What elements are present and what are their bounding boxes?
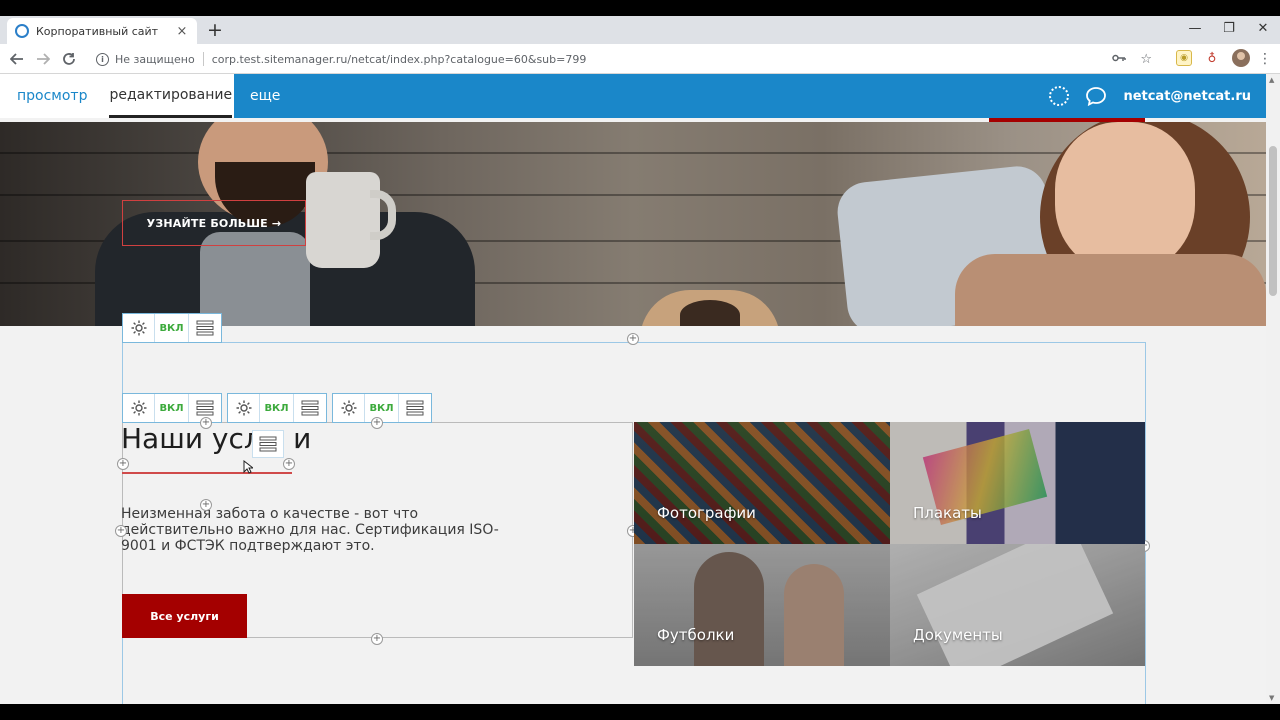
- add-block-plus-icon[interactable]: +: [117, 458, 129, 470]
- more-menu[interactable]: еще: [250, 74, 280, 118]
- settings-gear-icon[interactable]: [228, 394, 260, 422]
- back-arrow-icon[interactable]: [7, 49, 27, 69]
- hero-photo-shirt: [200, 232, 310, 326]
- tab-close-icon[interactable]: ×: [175, 24, 189, 39]
- browser-menu-icon[interactable]: ⋮: [1258, 49, 1272, 69]
- page-scrollbar[interactable]: ▲ ▼: [1266, 74, 1280, 704]
- admin-bar-actions: netcat@netcat.ru: [1049, 74, 1251, 118]
- mode-view-tab[interactable]: просмотр: [17, 74, 87, 118]
- drag-handle-icon[interactable]: [399, 394, 431, 422]
- minimize-button[interactable]: —: [1178, 16, 1212, 40]
- reload-icon[interactable]: [59, 49, 79, 69]
- add-block-plus-icon[interactable]: +: [627, 333, 639, 345]
- tab-title: Корпоративный сайт: [36, 24, 159, 38]
- forward-arrow-icon[interactable]: [33, 49, 53, 69]
- browser-window: Корпоративный сайт × + — ❐ ✕ i Не защище…: [0, 16, 1280, 704]
- tile-overlay: [890, 422, 1145, 544]
- netcat-admin-bar: просмотр редактирование еще netcat@netca…: [0, 74, 1266, 118]
- scroll-up-icon[interactable]: ▲: [1269, 76, 1274, 84]
- maximize-button[interactable]: ❐: [1212, 16, 1246, 40]
- enable-toggle[interactable]: ВКЛ: [365, 394, 399, 422]
- close-window-button[interactable]: ✕: [1246, 16, 1280, 40]
- new-tab-button[interactable]: +: [204, 19, 226, 41]
- title-underline: [122, 472, 292, 474]
- omnibox-actions: ☆: [1112, 48, 1152, 70]
- settings-gear-icon[interactable]: [123, 314, 155, 342]
- scrollbar-thumb[interactable]: [1269, 146, 1277, 296]
- current-user[interactable]: netcat@netcat.ru: [1123, 89, 1251, 104]
- add-block-plus-icon[interactable]: +: [371, 633, 383, 645]
- address-bar[interactable]: i Не защищено corp.test.sitemanager.ru/n…: [90, 48, 1160, 70]
- tab-strip: Корпоративный сайт × + — ❐ ✕: [0, 16, 1280, 44]
- add-block-plus-icon[interactable]: +: [283, 458, 295, 470]
- window-controls: — ❐ ✕: [1178, 16, 1280, 40]
- settings-gear-icon[interactable]: [123, 394, 155, 422]
- tile-photos[interactable]: Фотографии: [634, 422, 890, 544]
- info-icon[interactable]: i: [96, 52, 109, 66]
- bookmark-star-icon[interactable]: ☆: [1140, 52, 1152, 67]
- mode-switcher: просмотр редактирование: [0, 74, 234, 118]
- page-viewport: просмотр редактирование еще netcat@netca…: [0, 74, 1266, 704]
- extension-icons: ◉ ♁: [1176, 49, 1250, 67]
- services-tile-grid: Фотографии Плакаты Футболки Документы: [634, 422, 1145, 666]
- learn-more-button[interactable]: УЗНАЙТЕ БОЛЬШЕ →: [122, 200, 306, 246]
- section-control-bar: ВКЛ: [122, 313, 222, 343]
- services-description[interactable]: Неизменная забота о качестве - вот что д…: [121, 506, 531, 554]
- enable-toggle[interactable]: ВКЛ: [155, 394, 189, 422]
- tile-label: Плакаты: [913, 504, 982, 522]
- settings-gear-icon[interactable]: [333, 394, 365, 422]
- hero-photo-mug: [306, 172, 380, 268]
- tile-label: Футболки: [657, 626, 735, 644]
- loading-spinner-icon[interactable]: [1049, 86, 1070, 106]
- enable-toggle[interactable]: ВКЛ: [155, 314, 189, 342]
- hero-photo-woman-face: [1055, 122, 1195, 272]
- netcat-favicon-icon: [15, 24, 29, 38]
- tile-overlay: [634, 422, 890, 544]
- tile-overlay: [890, 544, 1145, 666]
- hero-banner: УЗНАЙТЕ БОЛЬШЕ →: [0, 122, 1266, 326]
- hero-photo-scarf: [955, 254, 1266, 326]
- tile-label: Фотографии: [657, 504, 756, 522]
- add-block-plus-icon[interactable]: +: [115, 525, 127, 537]
- security-label: Не защищено: [115, 52, 195, 66]
- tile-posters[interactable]: Плакаты: [890, 422, 1145, 544]
- enable-toggle[interactable]: ВКЛ: [260, 394, 294, 422]
- drag-handle-icon[interactable]: [294, 394, 326, 422]
- extension-icon[interactable]: ◉: [1176, 50, 1192, 66]
- all-services-button[interactable]: Все услуги: [122, 594, 247, 638]
- mode-edit-tab[interactable]: редактирование: [109, 74, 233, 118]
- address-separator: [202, 52, 204, 66]
- tile-documents[interactable]: Документы: [890, 544, 1145, 666]
- block-control-bar: ВКЛ: [227, 393, 327, 423]
- url-text[interactable]: corp.test.sitemanager.ru/netcat/index.ph…: [212, 53, 587, 66]
- tile-tshirts[interactable]: Футболки: [634, 544, 890, 666]
- add-block-plus-icon[interactable]: +: [371, 417, 383, 429]
- scroll-down-icon[interactable]: ▼: [1269, 694, 1274, 702]
- hero-photo-dog-face: [680, 300, 740, 326]
- chat-bubble-icon[interactable]: [1085, 86, 1107, 107]
- add-block-plus-icon[interactable]: +: [200, 417, 212, 429]
- browser-toolbar: i Не защищено corp.test.sitemanager.ru/n…: [0, 44, 1280, 74]
- mouse-cursor-icon: [243, 460, 253, 474]
- browser-tab[interactable]: Корпоративный сайт ×: [7, 18, 197, 44]
- add-block-plus-icon[interactable]: +: [200, 499, 212, 511]
- key-icon[interactable]: [1112, 52, 1127, 67]
- tile-label: Документы: [913, 626, 1003, 644]
- title-drag-handle-icon[interactable]: [252, 430, 284, 458]
- bike-extension-icon[interactable]: ♁: [1204, 50, 1220, 66]
- block-control-bar: ВКЛ: [332, 393, 432, 423]
- drag-handle-icon[interactable]: [189, 314, 221, 342]
- tile-overlay: [634, 544, 890, 666]
- profile-avatar[interactable]: [1232, 49, 1250, 67]
